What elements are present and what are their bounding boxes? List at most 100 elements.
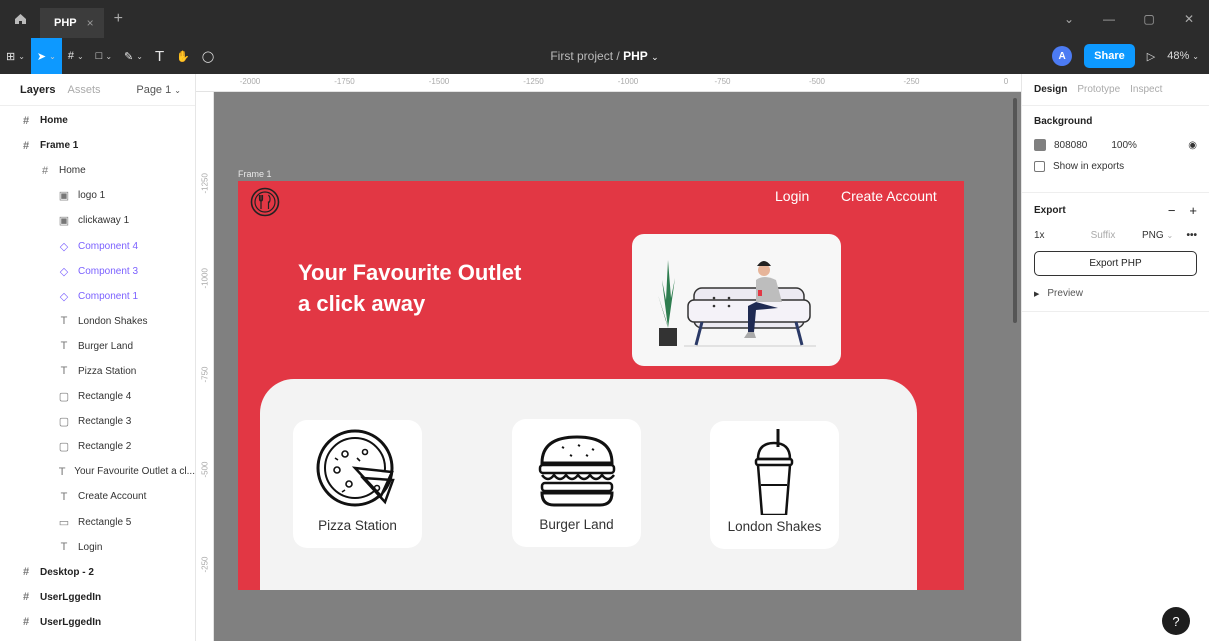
hand-tool-button[interactable]: ✋	[170, 38, 196, 74]
layer-item[interactable]: # Home	[0, 108, 195, 133]
shape-tool-button[interactable]: □ ⌄	[90, 38, 118, 74]
layer-item[interactable]: T London Shakes	[0, 309, 195, 334]
ruler-tick: -750	[714, 77, 731, 86]
frame-icon: #	[41, 164, 49, 177]
design-panel: Design Prototype Inspect Background 8080…	[1021, 74, 1209, 641]
layer-item[interactable]: T Burger Land	[0, 334, 195, 359]
text-tool-button[interactable]: T	[149, 38, 170, 74]
layer-item[interactable]: ▢ Rectangle 2	[0, 434, 195, 459]
zoom-dropdown[interactable]: 48% ⌄	[1167, 50, 1199, 62]
project-name[interactable]: First project	[550, 49, 613, 63]
card-london-shakes[interactable]: London Shakes	[710, 421, 839, 549]
layer-label: London Shakes	[78, 315, 148, 327]
ruler-tick: -1750	[334, 77, 355, 86]
layer-item[interactable]: # Frame 1	[0, 133, 195, 158]
canvas-scrollbar[interactable]	[1013, 98, 1017, 323]
move-cursor-icon: ➤	[36, 50, 47, 63]
layer-item[interactable]: T Your Favourite Outlet a cl...	[0, 459, 195, 484]
eye-icon[interactable]: ◉	[1188, 140, 1197, 151]
layer-item[interactable]: T Login	[0, 535, 195, 560]
rectangle-icon: ▢	[58, 441, 70, 454]
layer-label: Home	[59, 165, 86, 177]
layer-item[interactable]: # UserLggedIn	[0, 585, 195, 610]
rectangle-icon: ▢	[58, 391, 70, 404]
home-icon[interactable]	[0, 0, 40, 38]
layer-label: Rectangle 2	[78, 441, 132, 453]
toolbar-right: A Share ▷ 48% ⌄	[1052, 38, 1209, 74]
minimize-icon[interactable]: —	[1089, 12, 1129, 26]
nav-create-account-link[interactable]: Create Account	[841, 188, 937, 204]
frame-icon: #	[22, 566, 30, 579]
layer-item[interactable]: ▣ clickaway 1	[0, 208, 195, 233]
plus-icon[interactable]: +	[1189, 203, 1197, 218]
tab-php[interactable]: PHP ×	[40, 8, 104, 38]
layer-item[interactable]: ▢ Rectangle 3	[0, 409, 195, 434]
layer-item[interactable]: ◇ Component 4	[0, 233, 195, 258]
frame-label[interactable]: Frame 1	[238, 169, 272, 179]
new-tab-icon[interactable]: +	[114, 10, 123, 28]
card-burger-land[interactable]: Burger Land	[512, 419, 641, 547]
layer-item[interactable]: T Create Account	[0, 484, 195, 509]
present-play-icon[interactable]: ▷	[1147, 50, 1155, 63]
minus-icon[interactable]: −	[1168, 203, 1176, 218]
layer-item[interactable]: ▣ logo 1	[0, 183, 195, 208]
text-icon: T	[60, 541, 68, 554]
export-button[interactable]: Export PHP	[1034, 251, 1197, 276]
move-tool-button[interactable]: ➤ ⌄	[30, 38, 62, 74]
ruler-tick: -500	[808, 77, 826, 86]
background-swatch[interactable]	[1034, 139, 1046, 151]
show-in-exports-checkbox[interactable]	[1034, 161, 1045, 172]
tab-prototype[interactable]: Prototype	[1077, 84, 1120, 95]
export-scale[interactable]: 1x	[1034, 230, 1070, 241]
tab-layers[interactable]: Layers	[20, 84, 55, 96]
nav-login-link[interactable]: Login	[775, 188, 809, 204]
card-label: London Shakes	[727, 519, 822, 534]
layer-item[interactable]: # UserLggedIn	[0, 610, 195, 635]
component-icon: ◇	[59, 265, 69, 278]
pen-tool-button[interactable]: ✎ ⌄	[118, 38, 149, 74]
maximize-icon[interactable]: ▢	[1129, 12, 1169, 26]
format-select[interactable]: PNG ⌄	[1142, 230, 1173, 241]
layer-item[interactable]: ▢ Rectangle 4	[0, 384, 195, 409]
background-fill-row: 808080 100% ◉	[1034, 139, 1197, 151]
ruler-tick: -500	[200, 461, 210, 478]
comment-tool-button[interactable]: ◯	[196, 38, 220, 74]
tab-design[interactable]: Design	[1034, 84, 1067, 95]
close-tab-icon[interactable]: ×	[87, 16, 94, 30]
window-controls: ⌄ — ▢ ✕	[1049, 0, 1209, 38]
main-menu-button[interactable]: ⊞ ⌄	[0, 38, 31, 74]
help-button[interactable]: ?	[1162, 607, 1190, 635]
share-button[interactable]: Share	[1084, 44, 1135, 68]
close-window-icon[interactable]: ✕	[1169, 12, 1209, 26]
canvas[interactable]: Frame 1 Login Create Account Your Favour…	[214, 92, 1021, 641]
avatar[interactable]: A	[1052, 46, 1073, 66]
frame-1[interactable]: Login Create Account Your Favourite Outl…	[238, 181, 964, 590]
hero-line-2: a click away	[298, 291, 426, 316]
chevron-down-icon[interactable]: ⌄	[1049, 12, 1089, 26]
more-options-icon[interactable]: •••	[1186, 230, 1197, 241]
frame-tool-button[interactable]: # ⌄	[62, 38, 90, 74]
layer-item[interactable]: T Pizza Station	[0, 359, 195, 384]
tab-assets[interactable]: Assets	[67, 84, 100, 96]
card-pizza-station[interactable]: Pizza Station	[293, 420, 422, 548]
tab-inspect[interactable]: Inspect	[1130, 84, 1162, 95]
show-in-exports-label: Show in exports	[1053, 161, 1125, 172]
rectangle-icon: ▢	[58, 416, 70, 429]
layer-label: clickaway 1	[78, 215, 130, 227]
layer-item[interactable]: ▭ Rectangle 5	[0, 510, 195, 535]
layer-label: Component 4	[78, 240, 139, 252]
layer-item[interactable]: ◇ Component 3	[0, 259, 195, 284]
layer-item[interactable]: # Home	[0, 158, 195, 183]
suffix-input[interactable]: Suffix	[1078, 230, 1128, 241]
page-selector[interactable]: Page 1 ⌄	[136, 84, 181, 96]
preview-toggle[interactable]: ▶ Preview	[1034, 288, 1197, 299]
layer-item[interactable]: # Desktop - 2	[0, 560, 195, 585]
background-hex[interactable]: 808080	[1054, 140, 1087, 151]
ruler-tick: -1500	[428, 77, 450, 86]
page-name[interactable]: PHP	[623, 49, 648, 63]
background-opacity[interactable]: 100%	[1111, 140, 1137, 151]
layer-label: Rectangle 5	[78, 516, 132, 528]
layer-item[interactable]: ◇ Component 1	[0, 284, 195, 309]
layer-label: Desktop - 2	[40, 566, 94, 578]
export-section: Export − + 1x Suffix PNG ⌄ ••• Export PH…	[1022, 193, 1209, 312]
